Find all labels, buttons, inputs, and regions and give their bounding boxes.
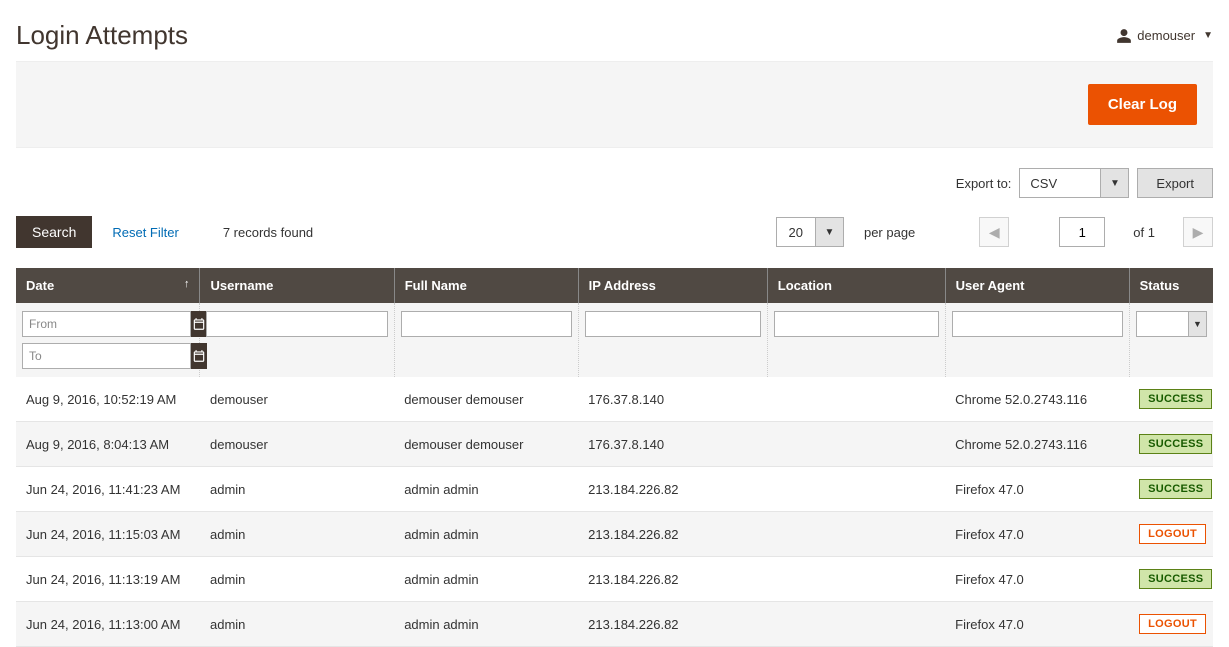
chevron-down-icon: ▼ — [1188, 312, 1206, 336]
cell-location — [767, 422, 945, 467]
col-header-date[interactable]: Date↑ — [16, 268, 200, 303]
export-format-value: CSV — [1020, 169, 1100, 197]
cell-agent: Chrome 52.0.2743.116 — [945, 422, 1129, 467]
cell-username: demouser — [200, 377, 394, 422]
records-found: 7 records found — [223, 225, 313, 240]
reset-filter-link[interactable]: Reset Filter — [112, 225, 178, 240]
filter-status-select[interactable]: ▼ — [1136, 311, 1207, 337]
status-badge: SUCCESS — [1139, 434, 1212, 454]
cell-username: demouser — [200, 422, 394, 467]
cell-ip: 213.184.226.82 — [578, 557, 767, 602]
cell-agent: Firefox 47.0 — [945, 602, 1129, 647]
cell-location — [767, 467, 945, 512]
login-attempts-grid: Date↑ Username Full Name IP Address Loca… — [16, 268, 1213, 647]
col-header-fullname[interactable]: Full Name — [394, 268, 578, 303]
next-page-button[interactable]: ▶ — [1183, 217, 1213, 247]
table-row[interactable]: Aug 9, 2016, 10:52:19 AMdemouserdemouser… — [16, 377, 1213, 422]
cell-location — [767, 512, 945, 557]
cell-ip: 176.37.8.140 — [578, 422, 767, 467]
table-row[interactable]: Jun 24, 2016, 11:13:00 AMadminadmin admi… — [16, 602, 1213, 647]
col-header-username[interactable]: Username — [200, 268, 394, 303]
status-badge: LOGOUT — [1139, 524, 1206, 544]
cell-fullname: admin admin — [394, 467, 578, 512]
calendar-icon[interactable] — [191, 311, 207, 337]
col-header-location[interactable]: Location — [767, 268, 945, 303]
cell-ip: 213.184.226.82 — [578, 602, 767, 647]
cell-location — [767, 377, 945, 422]
user-icon — [1117, 28, 1131, 44]
cell-date: Jun 24, 2016, 11:41:23 AM — [16, 467, 200, 512]
cell-username: admin — [200, 467, 394, 512]
cell-date: Jun 24, 2016, 11:13:00 AM — [16, 602, 200, 647]
table-row[interactable]: Jun 24, 2016, 11:13:19 AMadminadmin admi… — [16, 557, 1213, 602]
filter-username[interactable] — [206, 311, 387, 337]
export-label: Export to: — [956, 176, 1012, 191]
cell-ip: 176.37.8.140 — [578, 377, 767, 422]
filter-row: ▼ — [16, 303, 1213, 377]
current-page-input[interactable] — [1059, 217, 1105, 247]
cell-username: admin — [200, 557, 394, 602]
cell-date: Aug 9, 2016, 10:52:19 AM — [16, 377, 200, 422]
col-header-ip[interactable]: IP Address — [578, 268, 767, 303]
table-row[interactable]: Jun 24, 2016, 11:41:23 AMadminadmin admi… — [16, 467, 1213, 512]
clear-log-button[interactable]: Clear Log — [1088, 84, 1197, 125]
prev-page-button[interactable]: ◀ — [979, 217, 1009, 247]
cell-fullname: admin admin — [394, 602, 578, 647]
status-badge: SUCCESS — [1139, 479, 1212, 499]
chevron-down-icon: ▼ — [815, 218, 843, 246]
action-bar: Clear Log — [16, 61, 1213, 148]
filter-agent[interactable] — [952, 311, 1123, 337]
cell-status: SUCCESS — [1129, 422, 1213, 467]
col-header-status[interactable]: Status — [1129, 268, 1213, 303]
user-name: demouser — [1137, 28, 1195, 43]
filter-location[interactable] — [774, 311, 939, 337]
status-badge: LOGOUT — [1139, 614, 1206, 634]
filter-date-to[interactable] — [22, 343, 191, 369]
col-header-agent[interactable]: User Agent — [945, 268, 1129, 303]
table-row[interactable]: Jun 24, 2016, 11:15:03 AMadminadmin admi… — [16, 512, 1213, 557]
chevron-down-icon: ▼ — [1100, 169, 1128, 197]
cell-fullname: admin admin — [394, 557, 578, 602]
export-format-select[interactable]: CSV ▼ — [1019, 168, 1129, 198]
cell-agent: Firefox 47.0 — [945, 512, 1129, 557]
calendar-icon[interactable] — [191, 343, 207, 369]
cell-status: SUCCESS — [1129, 377, 1213, 422]
user-menu[interactable]: demouser ▼ — [1117, 28, 1213, 44]
cell-agent: Chrome 52.0.2743.116 — [945, 377, 1129, 422]
per-page-label: per page — [864, 225, 915, 240]
of-label: of 1 — [1133, 225, 1155, 240]
cell-location — [767, 557, 945, 602]
cell-location — [767, 602, 945, 647]
export-button[interactable]: Export — [1137, 168, 1213, 198]
cell-agent: Firefox 47.0 — [945, 557, 1129, 602]
cell-status: LOGOUT — [1129, 602, 1213, 647]
filter-ip[interactable] — [585, 311, 761, 337]
sort-asc-icon: ↑ — [184, 278, 190, 290]
page-size-select[interactable]: 20 ▼ — [776, 217, 844, 247]
cell-agent: Firefox 47.0 — [945, 467, 1129, 512]
filter-fullname[interactable] — [401, 311, 572, 337]
cell-date: Jun 24, 2016, 11:15:03 AM — [16, 512, 200, 557]
cell-status: SUCCESS — [1129, 557, 1213, 602]
cell-ip: 213.184.226.82 — [578, 467, 767, 512]
filter-date-from[interactable] — [22, 311, 191, 337]
cell-fullname: admin admin — [394, 512, 578, 557]
cell-fullname: demouser demouser — [394, 377, 578, 422]
search-button[interactable]: Search — [16, 216, 92, 248]
cell-username: admin — [200, 512, 394, 557]
table-row[interactable]: Aug 9, 2016, 8:04:13 AMdemouserdemouser … — [16, 422, 1213, 467]
status-badge: SUCCESS — [1139, 389, 1212, 409]
page-title: Login Attempts — [16, 20, 188, 51]
caret-down-icon: ▼ — [1203, 30, 1213, 41]
cell-date: Aug 9, 2016, 8:04:13 AM — [16, 422, 200, 467]
cell-fullname: demouser demouser — [394, 422, 578, 467]
status-badge: SUCCESS — [1139, 569, 1212, 589]
cell-username: admin — [200, 602, 394, 647]
cell-status: SUCCESS — [1129, 467, 1213, 512]
cell-status: LOGOUT — [1129, 512, 1213, 557]
cell-ip: 213.184.226.82 — [578, 512, 767, 557]
page-size-value: 20 — [777, 218, 815, 246]
cell-date: Jun 24, 2016, 11:13:19 AM — [16, 557, 200, 602]
